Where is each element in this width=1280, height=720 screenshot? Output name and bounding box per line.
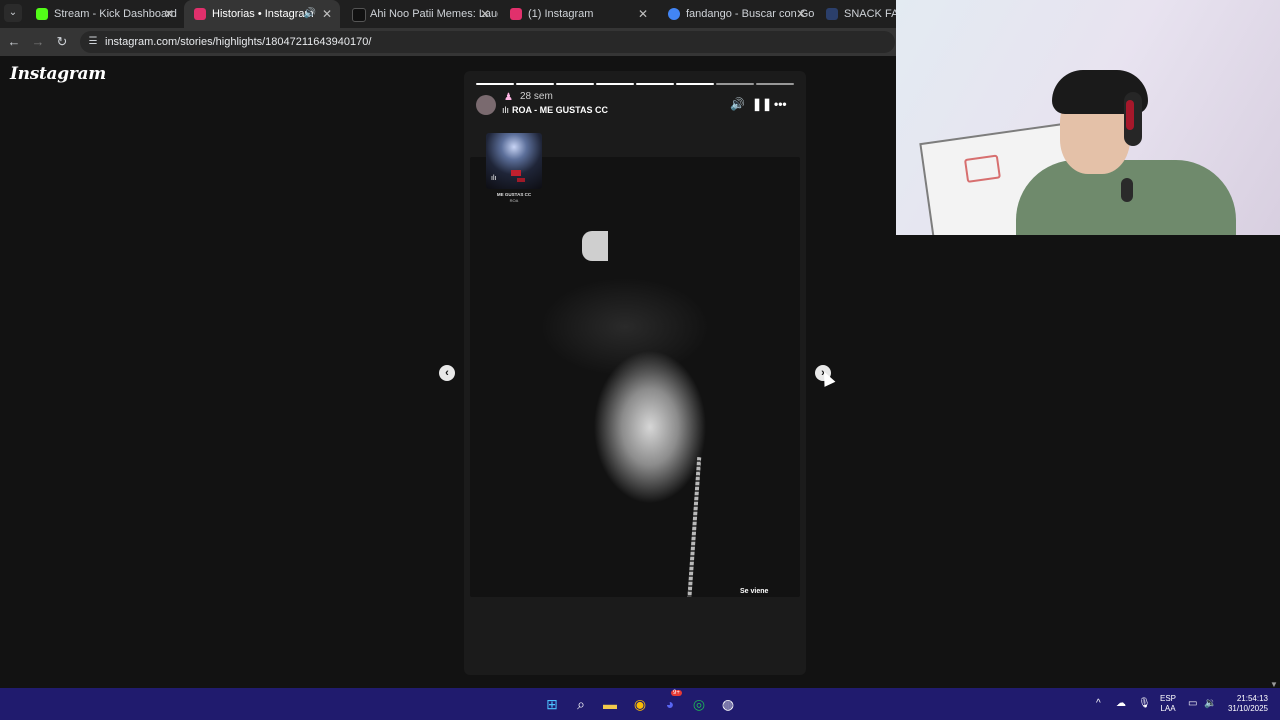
cap-logo xyxy=(582,231,608,261)
story-progress-segment xyxy=(476,83,514,85)
windows-start-icon[interactable]: ⊞ xyxy=(542,694,562,714)
discord-badge: 9+ xyxy=(671,690,682,696)
story-progress-segment xyxy=(636,83,674,85)
webcam-overlay xyxy=(896,0,1280,235)
windows-taskbar: ⊞ ⌕ ▬ ◉ ◕ 9+ ◎ ◍ ^ ☁ 🎙 ESP LAA ▭ 🔉 21:54… xyxy=(0,688,1280,720)
instagram-icon xyxy=(510,8,522,20)
story-progress-segment xyxy=(716,83,754,85)
tab-tiktok[interactable]: Ahi Noo Patii Memes: Laugh O ✕ xyxy=(342,0,498,28)
network-icon[interactable]: ▭ xyxy=(1188,688,1197,720)
tab-label: SNACK FANDANGO xyxy=(844,8,896,20)
headset-accent xyxy=(1126,100,1134,130)
lang-layout: LAA xyxy=(1160,704,1176,713)
close-icon[interactable]: ✕ xyxy=(322,0,332,28)
close-icon[interactable]: ✕ xyxy=(638,0,648,28)
previous-story-button[interactable]: ‹ xyxy=(439,365,455,381)
tab-label: fandango - Buscar con Google xyxy=(686,8,814,20)
tab-label: Stream - Kick Dashboard xyxy=(54,8,177,20)
story-progress-segment xyxy=(596,83,634,85)
site-icon xyxy=(826,8,838,20)
music-sticker[interactable]: ılı xyxy=(486,133,542,189)
clock-date: 31/10/2025 xyxy=(1227,704,1268,713)
story-time: 28 sem xyxy=(520,91,553,102)
story-viewer[interactable]: ♟ 28 sem ılı ROA - ME GUSTAS CC 🔊 ❚❚ •••… xyxy=(464,71,806,675)
instagram-logo[interactable]: Instagram xyxy=(10,64,106,84)
back-arrow-icon[interactable]: ← xyxy=(4,32,24,52)
instagram-icon xyxy=(194,8,206,20)
volume-icon[interactable]: 🔊 xyxy=(730,97,745,111)
sticker-title: ME GUSTAS CC xyxy=(496,192,532,197)
tray-chevron-up-icon[interactable]: ^ xyxy=(1096,688,1101,720)
story-progress-segment xyxy=(556,83,594,85)
sticker-audio-icon: ılı xyxy=(491,175,497,182)
tab-label: Historias • Instagram xyxy=(212,8,314,20)
chrome-icon[interactable]: ◉ xyxy=(630,694,650,714)
tiktok-icon xyxy=(352,8,366,22)
reload-icon[interactable]: ↻ xyxy=(52,32,72,52)
story-photo xyxy=(470,157,800,597)
sticker-red-mark xyxy=(511,170,521,176)
story-progress-segment xyxy=(756,83,794,85)
tab-kick-dashboard[interactable]: Stream - Kick Dashboard ✕ xyxy=(26,0,182,28)
jacket-zipper xyxy=(686,457,702,597)
url-text[interactable]: instagram.com/stories/highlights/1804721… xyxy=(105,31,371,53)
avatar[interactable] xyxy=(476,95,496,115)
tab-label: Ahi Noo Patii Memes: Laugh O xyxy=(370,8,498,20)
more-options-icon[interactable]: ••• xyxy=(774,97,787,111)
story-music-label[interactable]: ROA - ME GUSTAS CC xyxy=(512,105,608,115)
forward-arrow-icon[interactable]: → xyxy=(28,32,48,52)
discord-icon[interactable]: ◕ xyxy=(660,694,680,714)
tab-instagram[interactable]: (1) Instagram ✕ xyxy=(500,0,656,28)
story-progress-segment xyxy=(676,83,714,85)
close-icon[interactable]: ✕ xyxy=(480,0,490,28)
search-icon[interactable]: ⌕ xyxy=(571,694,591,714)
cloud-icon[interactable]: ☁ xyxy=(1116,688,1126,720)
tab-snack-fandango[interactable]: SNACK FANDANGO xyxy=(816,0,896,28)
speaker-icon[interactable]: 🔊 xyxy=(304,0,316,28)
spotify-icon[interactable]: ◎ xyxy=(689,694,709,714)
close-icon[interactable]: ✕ xyxy=(164,0,174,28)
whiteboard-drawing xyxy=(963,154,1001,183)
sticker-artist: ROA xyxy=(509,198,519,203)
lang-code: ESP xyxy=(1160,694,1177,703)
obs-icon[interactable]: ◍ xyxy=(718,694,738,714)
music-bars-icon: ılı xyxy=(502,105,510,115)
microphone xyxy=(1121,178,1133,202)
story-progress-bar xyxy=(476,83,794,85)
system-clock[interactable]: 21:54:13 31/10/2025 xyxy=(1222,694,1268,714)
tab-search-button[interactable]: ⌄ xyxy=(4,4,22,22)
tab-google-search[interactable]: fandango - Buscar con Google ✕ xyxy=(658,0,814,28)
story-progress-segment xyxy=(516,83,554,85)
microphone-icon[interactable]: 🎙 xyxy=(1138,688,1151,720)
speaker-icon[interactable]: 🔉 xyxy=(1204,688,1216,720)
kick-icon xyxy=(36,8,48,20)
close-icon[interactable]: ✕ xyxy=(796,0,806,28)
tab-historias-instagram[interactable]: Historias • Instagram 🔊 ✕ xyxy=(184,0,340,28)
clock-time: 21:54:13 xyxy=(1236,694,1268,703)
user-icon: ♟ xyxy=(504,92,513,103)
tab-label: (1) Instagram xyxy=(528,8,594,20)
story-caption: Se viene xyxy=(740,588,769,595)
site-settings-icon[interactable]: ☰ xyxy=(86,35,100,49)
google-icon xyxy=(668,8,680,20)
sticker-red-mark xyxy=(517,178,525,182)
language-indicator[interactable]: ESP LAA xyxy=(1160,694,1176,714)
pause-icon[interactable]: ❚❚ xyxy=(752,97,772,111)
address-bar[interactable]: ☰ instagram.com/stories/highlights/18047… xyxy=(80,31,895,53)
file-explorer-icon[interactable]: ▬ xyxy=(600,694,620,714)
